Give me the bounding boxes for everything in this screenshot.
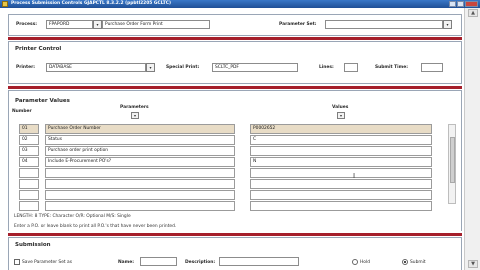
printer-control-title: Printer Control (15, 46, 62, 52)
param-value-cell[interactable] (250, 168, 432, 178)
submission-title: Submission (15, 242, 51, 248)
submit-radio[interactable] (402, 259, 408, 265)
submit-label: Submit (410, 260, 426, 265)
description-field[interactable] (219, 257, 299, 266)
param-value-cell[interactable]: P0002652 (250, 124, 432, 134)
number-column-header: Number (12, 109, 32, 114)
minimize-icon[interactable] (449, 1, 456, 7)
hold-radio[interactable] (352, 259, 358, 265)
save-parameter-set-label: Save Parameter Set as (22, 260, 72, 265)
window-titlebar: Process Submission Controls GJAPCTL 8.3.… (0, 0, 480, 8)
param-value-cell[interactable]: N (250, 157, 432, 167)
param-name-cell[interactable] (45, 190, 235, 200)
submit-time-field[interactable] (421, 63, 443, 72)
lines-field[interactable] (344, 63, 358, 72)
help-text: Enter a P.O. or leave blank to print all… (14, 224, 177, 229)
save-parameter-set-checkbox[interactable] (14, 259, 20, 265)
parameters-dropdown-icon[interactable]: ▾ (131, 112, 139, 119)
values-column-header: Values (332, 105, 349, 110)
close-icon[interactable] (465, 1, 478, 7)
param-value-cell[interactable]: C (250, 135, 432, 145)
param-number-cell[interactable] (19, 179, 39, 189)
maximize-icon[interactable] (457, 1, 464, 7)
section-divider (8, 37, 462, 40)
section-divider (8, 233, 462, 236)
section-divider (8, 86, 462, 89)
process-code-field[interactable]: FPAPORD (46, 20, 93, 29)
parameter-set-dropdown-icon[interactable]: ▾ (443, 20, 452, 29)
param-name-cell[interactable]: Purchase Order Number (45, 124, 235, 134)
param-number-cell[interactable] (19, 201, 39, 211)
parameter-values-title: Parameter Values (15, 98, 70, 104)
description-label: Description: (185, 260, 216, 265)
window-icon (2, 1, 8, 7)
process-dropdown-icon[interactable]: ▾ (93, 20, 102, 29)
param-number-cell[interactable]: 01 (19, 124, 39, 134)
parameters-column-header: Parameters (120, 105, 149, 110)
printer-dropdown-icon[interactable]: ▾ (146, 63, 155, 72)
hold-label: Hold (360, 260, 370, 265)
name-label: Name: (118, 260, 134, 265)
param-value-cell[interactable] (250, 146, 432, 156)
scroll-up-icon[interactable]: ▲ (468, 9, 478, 17)
param-name-cell[interactable] (45, 179, 235, 189)
param-value-cell[interactable] (250, 179, 432, 189)
key-block: Process: FPAPORD ▾ Purchase Order Form P… (8, 14, 462, 36)
special-print-label: Special Print: (166, 65, 200, 70)
param-value-cell[interactable] (250, 201, 432, 211)
parameter-set-field[interactable] (325, 20, 443, 29)
param-number-cell[interactable] (19, 168, 39, 178)
param-name-cell[interactable]: Status (45, 135, 235, 145)
param-number-cell[interactable]: 03 (19, 146, 39, 156)
parameter-scrollbar[interactable] (448, 124, 456, 204)
values-dropdown-icon[interactable]: ▾ (337, 112, 345, 119)
printer-control-section: Printer Control Printer: DATABASE ▾ Spec… (8, 41, 462, 84)
param-value-cell[interactable] (250, 190, 432, 200)
parameter-scroll-thumb[interactable] (450, 137, 455, 183)
scroll-down-icon[interactable]: ▼ (468, 260, 478, 268)
param-name-cell[interactable]: Include E-Procurement PO's? (45, 157, 235, 167)
process-name-field: Purchase Order Form Print (102, 20, 210, 29)
process-label: Process: (16, 22, 37, 27)
param-number-cell[interactable]: 04 (19, 157, 39, 167)
window-title: Process Submission Controls GJAPCTL 8.3.… (11, 1, 171, 6)
window-scrollbar[interactable]: ▲ ▼ (464, 8, 480, 270)
lines-label: Lines: (319, 65, 334, 70)
printer-field[interactable]: DATABASE (46, 63, 146, 72)
printer-label: Printer: (16, 65, 36, 70)
length-info-text: LENGTH: 8 TYPE: Character O/R: Optional … (14, 214, 131, 219)
special-print-field[interactable]: SCLTC_PDF (212, 63, 298, 72)
param-name-cell[interactable]: Purchase order print option (45, 146, 235, 156)
param-name-cell[interactable] (45, 201, 235, 211)
param-number-cell[interactable]: 02 (19, 135, 39, 145)
param-name-cell[interactable] (45, 168, 235, 178)
name-field[interactable] (140, 257, 177, 266)
parameter-set-label: Parameter Set: (279, 22, 317, 27)
text-cursor-icon: I (353, 172, 356, 180)
param-number-cell[interactable] (19, 190, 39, 200)
submit-time-label: Submit Time: (375, 65, 408, 70)
